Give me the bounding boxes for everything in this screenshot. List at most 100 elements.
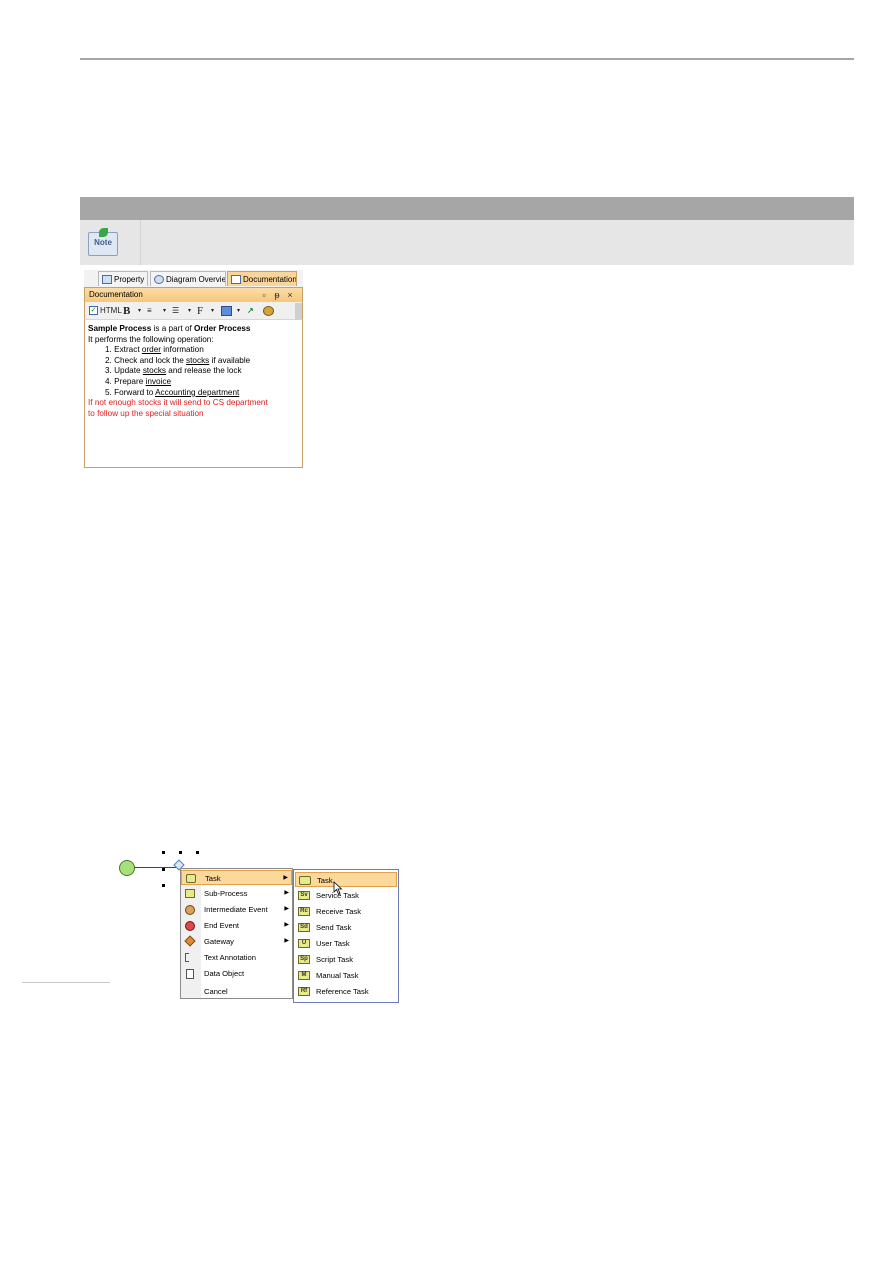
tab-property-label: Property [114, 275, 145, 284]
menu-item-text-annotation[interactable]: Text Annotation [181, 950, 292, 965]
table-icon[interactable] [221, 306, 232, 316]
doc-bold-1: Sample Process [88, 324, 152, 333]
table-dropdown-icon[interactable]: ▾ [237, 305, 240, 317]
data-object-icon [186, 969, 194, 979]
step-number: 1. [105, 345, 112, 355]
reference-task-icon: Rf [298, 987, 310, 996]
manual-task-icon: M [298, 971, 310, 980]
step-text: information [161, 345, 204, 355]
note-icon-label: Note [94, 238, 112, 247]
end-event-icon [185, 921, 195, 931]
selection-handle[interactable] [162, 851, 165, 854]
menu-item-intermediate-event[interactable]: Intermediate Event ▶ [181, 902, 292, 917]
list-icon[interactable]: ☰ [172, 305, 179, 317]
doc-line-1-text: is a part of [151, 324, 195, 333]
menu-item-cancel[interactable]: Cancel [181, 984, 292, 999]
step-number: 4. [105, 377, 112, 386]
submenu-item-reference-task[interactable]: Rf Reference Task [295, 984, 397, 999]
task-icon [299, 876, 311, 885]
editor-toolbar: ✓ HTML B ▾ ≡ ▾ ☰ ▾ F ▾ ▾ ↗ [84, 302, 303, 320]
step-underlined: stocks [186, 355, 210, 365]
menu-item-gateway[interactable]: Gateway ▶ [181, 934, 292, 949]
submenu-item-user-task[interactable]: U User Task [295, 936, 397, 951]
step-number: 3. [105, 366, 112, 376]
menu-separator [22, 982, 110, 983]
leaf-icon [99, 228, 108, 237]
doc-line-2: It performs the following operation: [88, 334, 214, 344]
submenu-item-service-task[interactable]: Sv Service Task [295, 888, 397, 903]
submenu-arrow-icon: ▶ [284, 922, 289, 928]
menu-item-label: End Event [204, 921, 240, 930]
menu-item-data-object[interactable]: Data Object [181, 966, 292, 981]
submenu-item-send-task[interactable]: Sd Send Task [295, 920, 397, 935]
align-icon[interactable]: ≡ [147, 305, 152, 317]
receive-task-icon: Rc [298, 907, 310, 916]
submenu-item-manual-task[interactable]: M Manual Task [295, 968, 397, 983]
menu-item-label: Text Annotation [204, 953, 256, 962]
html-checkbox[interactable]: ✓ [89, 306, 98, 315]
submenu-item-label: Manual Task [316, 971, 359, 980]
submenu-item-label: User Task [316, 939, 350, 948]
doc-red-line-1: If not enough stocks it will send to CS … [88, 398, 268, 408]
step-text: if available [209, 355, 251, 365]
submenu-item-label: Send Task [316, 923, 352, 932]
doc-step: 2. Check and lock the stocks if availabl… [105, 356, 250, 367]
submenu-item-label: Task [317, 876, 333, 885]
start-event-shape[interactable] [119, 860, 135, 876]
doc-line-1: Sample Process is a part of Order Proces… [88, 324, 250, 335]
tab-diagram-overview-label: Diagram Overview [166, 275, 226, 284]
selection-handle[interactable] [179, 851, 182, 854]
property-icon [102, 275, 112, 284]
close-icon[interactable]: × [285, 288, 295, 302]
menu-item-sub-process[interactable]: Sub-Process ▶ [181, 886, 292, 901]
submenu-item-task[interactable]: Task [295, 872, 397, 887]
doc-step: 5. Forward to Accounting department [105, 388, 239, 399]
menu-item-label: Gateway [204, 937, 234, 946]
tab-documentation[interactable]: Documentation [227, 271, 297, 286]
restore-icon[interactable]: ▫ [259, 288, 269, 302]
tab-diagram-overview[interactable]: Diagram Overview [150, 271, 226, 286]
selection-handle[interactable] [162, 868, 165, 871]
doc-step: 1. Extract order information [105, 345, 204, 356]
font-button[interactable]: F [197, 305, 203, 317]
selection-handle[interactable] [162, 884, 165, 887]
submenu-arrow-icon: ▶ [283, 875, 288, 881]
image-icon[interactable] [263, 306, 274, 316]
mouse-cursor-icon [333, 881, 343, 895]
doc-bold-2: Order Process [194, 324, 251, 333]
align-dropdown-icon[interactable]: ▾ [163, 305, 166, 317]
step-underlined: stocks [142, 366, 167, 376]
bold-button[interactable]: B [123, 305, 130, 317]
documentation-content[interactable]: Sample Process is a part of Order Proces… [84, 320, 303, 468]
submenu-item-script-task[interactable]: Sp Script Task [295, 952, 397, 967]
doc-red-line-2: to follow up the special situation [88, 408, 204, 418]
submenu-item-receive-task[interactable]: Rc Receive Task [295, 904, 397, 919]
selection-handle[interactable] [196, 851, 199, 854]
bold-dropdown-icon[interactable]: ▾ [138, 305, 141, 317]
step-text: and release the lock [166, 366, 242, 376]
menu-item-end-event[interactable]: End Event ▶ [181, 918, 292, 933]
tab-strip: Property Diagram Overview Documentation [84, 270, 303, 288]
task-submenu: Task Sv Service Task Rc Receive Task Sd … [293, 869, 399, 1003]
note-header [80, 197, 854, 220]
menu-item-label: Data Object [204, 969, 245, 978]
html-label: HTML [100, 306, 122, 315]
menu-item-task[interactable]: Task ▶ [181, 870, 292, 885]
tab-property[interactable]: Property [98, 271, 148, 286]
note-body [80, 220, 854, 265]
submenu-item-label: Script Task [316, 955, 353, 964]
gateway-icon [184, 935, 196, 947]
menu-item-label: Intermediate Event [204, 905, 268, 914]
script-task-icon: Sp [298, 955, 310, 964]
toolbar-scroll-handle[interactable] [295, 303, 302, 320]
text-annotation-icon [185, 953, 189, 962]
pane-title-bar: Documentation ▫ ᵽ × [84, 288, 303, 302]
submenu-arrow-icon: ▶ [284, 890, 289, 896]
font-dropdown-icon[interactable]: ▾ [211, 305, 214, 317]
list-dropdown-icon[interactable]: ▾ [188, 305, 191, 317]
pin-icon[interactable]: ᵽ [272, 288, 282, 302]
link-icon[interactable]: ↗ [247, 305, 254, 317]
sub-process-icon [185, 889, 195, 898]
menu-item-label: Task [205, 874, 221, 883]
diagram-overview-icon [154, 275, 164, 284]
